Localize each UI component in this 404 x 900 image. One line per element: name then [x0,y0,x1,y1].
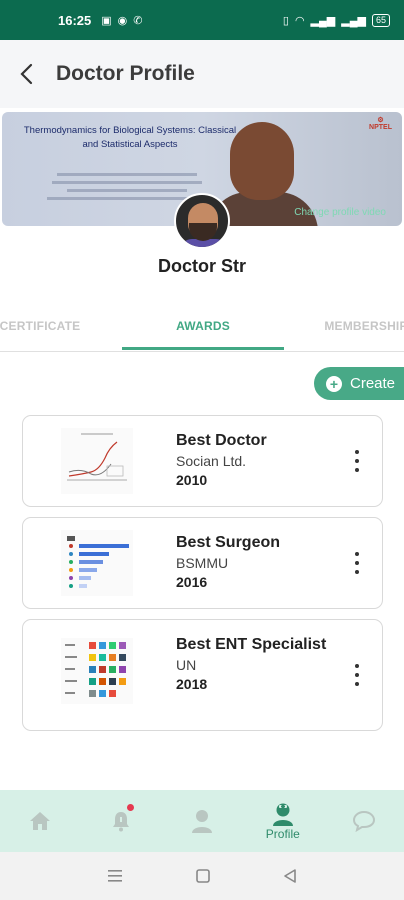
app-bar: Doctor Profile [0,40,404,108]
signal-icon-2: ▂▄▆ [341,14,366,27]
create-button[interactable]: + Create [314,367,404,400]
nav-profile-label: Profile [265,826,300,841]
award-year: 2018 [176,676,208,692]
award-title: Best ENT Specialist [176,636,327,653]
bell-icon [113,812,130,832]
avatar[interactable] [174,193,230,249]
app-icon: ◉ [117,14,128,27]
back-arrow-icon [20,63,33,85]
nav-profile[interactable]: Profile [242,790,323,852]
system-icons: ▯ ◠ ▂▄▆ ▂▄▆ 65 [282,13,390,27]
nav-home[interactable] [0,790,81,852]
signal-icon: ▂▄▆ [310,14,336,27]
notification-badge [127,804,135,811]
status-bar: 16:25 ▣ ◉ ✆ ▯ ◠ ▂▄▆ ▂▄▆ 65 [0,0,404,40]
award-thumbnail [61,530,133,596]
tab-awards[interactable]: AWARDS [122,300,284,352]
nav-account[interactable] [162,790,243,852]
recent-apps-icon[interactable] [107,869,123,883]
page-title: Doctor Profile [56,62,195,85]
bottom-navigation: Profile [0,790,404,852]
battery-icon: 65 [371,13,390,27]
awards-list: Best Doctor Socian Ltd. 2010 Best Surgeo… [22,415,383,741]
nav-chat[interactable] [323,790,404,852]
more-options-icon[interactable] [352,664,362,686]
change-video-link[interactable]: Change profile video [294,207,386,218]
award-thumbnail-icons [61,638,133,704]
award-thumbnail-graph [61,428,133,494]
doctor-icon [272,803,293,826]
award-thumbnail-bars [61,530,133,596]
tab-membership[interactable]: MEMBERSHIP [306,300,404,352]
award-thumbnail [61,428,133,494]
back-triangle-icon[interactable] [283,869,297,883]
profile-tabs: CERTIFICATE AWARDS MEMBERSHIP [0,300,404,352]
create-label: Create [350,375,396,392]
notification-icons: ▣ ◉ ✆ [101,14,142,27]
tab-certificate[interactable]: CERTIFICATE [0,300,100,352]
award-title: Best Surgeon [176,534,281,551]
message-icon: ▣ [101,14,112,27]
home-icon [30,812,51,830]
system-navigation-bar [0,852,404,900]
plus-icon: + [326,375,342,392]
more-options-icon[interactable] [352,450,362,472]
award-card[interactable]: Best Doctor Socian Ltd. 2010 [22,415,383,507]
doctor-name: Doctor Str [157,256,246,276]
award-year: 2016 [176,574,208,590]
award-organization: UN [176,657,197,673]
award-year: 2010 [176,472,208,488]
tab-indicator [122,347,284,350]
award-organization: Socian Ltd. [176,453,247,469]
call-icon: ✆ [133,14,143,27]
cover-slide-title: Thermodynamics for Biological Systems: C… [23,125,237,150]
award-organization: BSMMU [176,555,229,571]
home-button-icon[interactable] [196,869,210,883]
award-card[interactable]: Best Surgeon BSMMU 2016 [22,517,383,609]
nav-notifications[interactable] [81,790,162,852]
more-options-icon[interactable] [352,552,362,574]
award-card[interactable]: Best ENT Specialist UN 2018 [22,619,383,731]
award-thumbnail [61,638,133,704]
chat-icon [352,810,375,833]
status-time: 16:25 [58,12,92,28]
nptel-logo: ⚙ NPTEL [369,117,392,131]
cover-person-head [230,122,294,200]
vibrate-icon: ▯ [282,14,289,27]
person-icon [191,810,212,833]
back-button[interactable] [0,40,54,108]
wifi-icon: ◠ [294,14,305,27]
award-title: Best Doctor [176,432,267,449]
